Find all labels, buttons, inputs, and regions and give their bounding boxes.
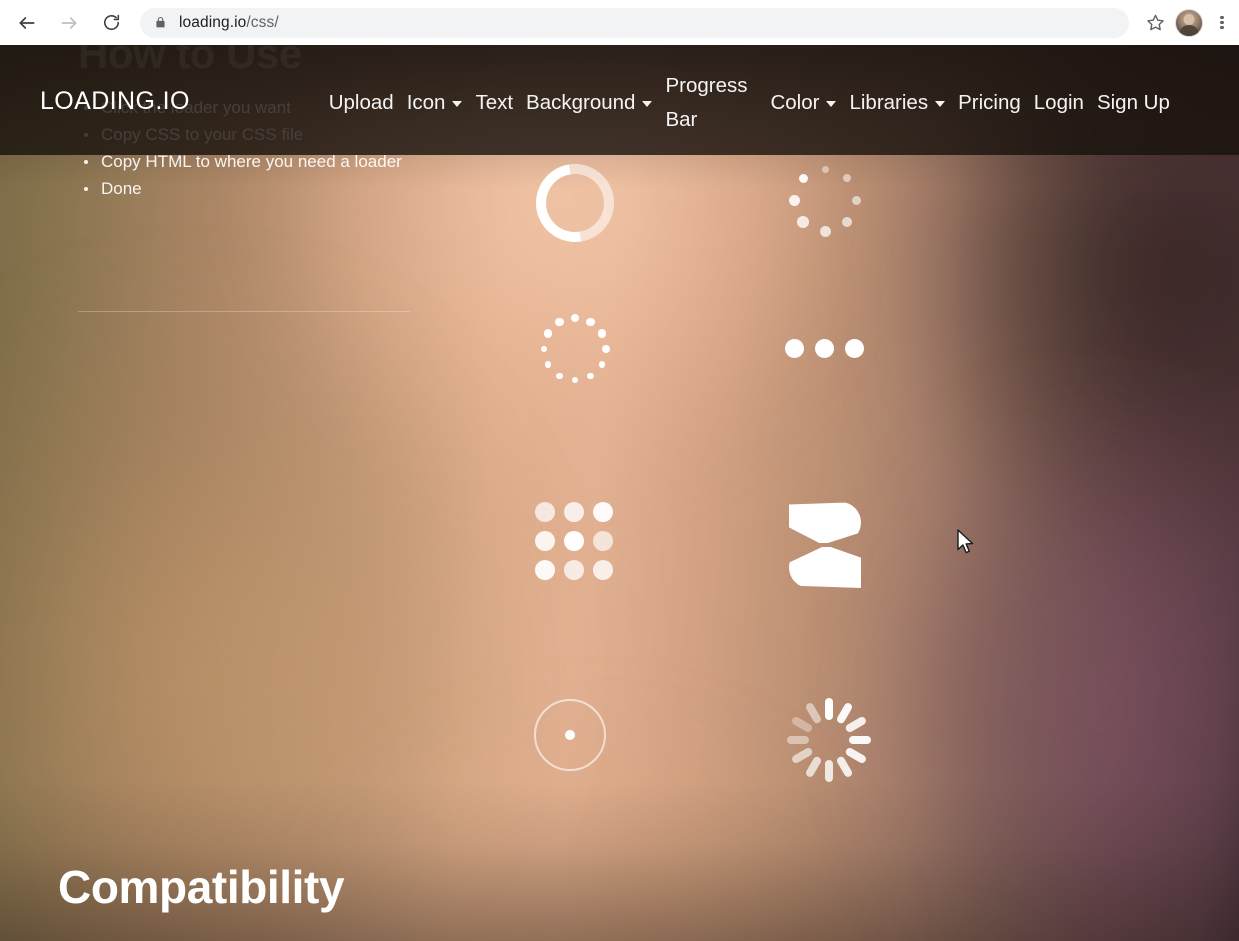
nav-item-progress-bar[interactable]: Progress Bar xyxy=(665,69,757,137)
chevron-down-icon xyxy=(642,100,653,107)
hourglass-icon xyxy=(789,502,861,588)
url-host: loading.io xyxy=(179,13,247,31)
spinner-12-bars-icon xyxy=(786,697,872,783)
back-arrow-icon[interactable] xyxy=(10,6,44,40)
nav-item-label: Libraries xyxy=(849,91,929,114)
dots-circle-8-icon xyxy=(785,160,865,240)
nav-item-label: Sign Up xyxy=(1096,91,1170,114)
chevron-down-icon xyxy=(452,100,463,107)
nav-item-upload[interactable]: Upload xyxy=(329,69,394,137)
address-bar[interactable]: loading.io/css/ xyxy=(140,7,1129,38)
nav-item-label: Pricing xyxy=(958,91,1021,114)
nav-item-label: Progress Bar xyxy=(665,74,748,131)
three-dot-menu-icon[interactable] xyxy=(1209,7,1235,39)
nav-item-color[interactable]: Color xyxy=(770,69,837,137)
loader-spinner-12-bars[interactable] xyxy=(786,697,872,783)
nav-item-label: Icon xyxy=(406,91,446,114)
chevron-down-icon xyxy=(935,100,946,107)
nav-item-libraries[interactable]: Libraries xyxy=(849,69,946,137)
nav-links: Upload Icon Text Background Progress Bar Colo… xyxy=(190,69,1170,137)
site-logo[interactable]: LOADING.IO xyxy=(40,87,190,116)
grid-9-dots-icon xyxy=(535,502,613,580)
nav-item-label: Text xyxy=(475,91,514,114)
browser-toolbar: loading.io/css/ xyxy=(0,0,1239,45)
loader-gallery xyxy=(0,45,1239,941)
url-path: /css/ xyxy=(246,13,279,31)
ellipsis-3-dots-icon xyxy=(785,339,865,361)
bookmark-star-icon[interactable] xyxy=(1139,7,1171,39)
loader-ellipsis-3-dots[interactable] xyxy=(785,339,865,361)
nav-item-login[interactable]: Login xyxy=(1034,69,1084,137)
loader-ripple[interactable] xyxy=(534,699,606,771)
nav-item-pricing[interactable]: Pricing xyxy=(958,69,1021,137)
loader-grid-9-dots[interactable] xyxy=(535,502,613,580)
url-text: loading.io/css/ xyxy=(179,14,279,32)
reload-icon[interactable] xyxy=(94,6,128,40)
loader-ring-spinner[interactable] xyxy=(520,148,630,258)
nav-item-label: Login xyxy=(1033,91,1084,114)
site-navbar: LOADING.IO Upload Icon Text Background Progr… xyxy=(0,45,1239,155)
loader-hourglass[interactable] xyxy=(789,502,861,588)
chevron-down-icon xyxy=(826,100,837,107)
profile-avatar[interactable] xyxy=(1175,8,1203,37)
ripple-icon xyxy=(534,699,606,771)
compatibility-title: Compatibility xyxy=(58,861,345,913)
nav-item-sign-up[interactable]: Sign Up xyxy=(1097,69,1170,137)
forward-arrow-icon[interactable] xyxy=(52,6,86,40)
lock-icon xyxy=(154,15,167,30)
page-viewport: How to Use Click the loader you want Cop… xyxy=(0,45,1239,941)
ring-spinner-icon xyxy=(520,148,630,258)
dots-circle-12-icon xyxy=(536,310,614,388)
loader-dots-circle-12[interactable] xyxy=(536,310,614,388)
nav-item-label: Color xyxy=(770,91,820,114)
loader-dots-circle-8[interactable] xyxy=(785,160,865,240)
nav-item-label: Upload xyxy=(328,91,394,114)
nav-item-text[interactable]: Text xyxy=(475,69,513,137)
nav-item-background[interactable]: Background xyxy=(526,69,653,137)
nav-item-icon[interactable]: Icon xyxy=(407,69,463,137)
nav-item-label: Background xyxy=(526,91,636,114)
